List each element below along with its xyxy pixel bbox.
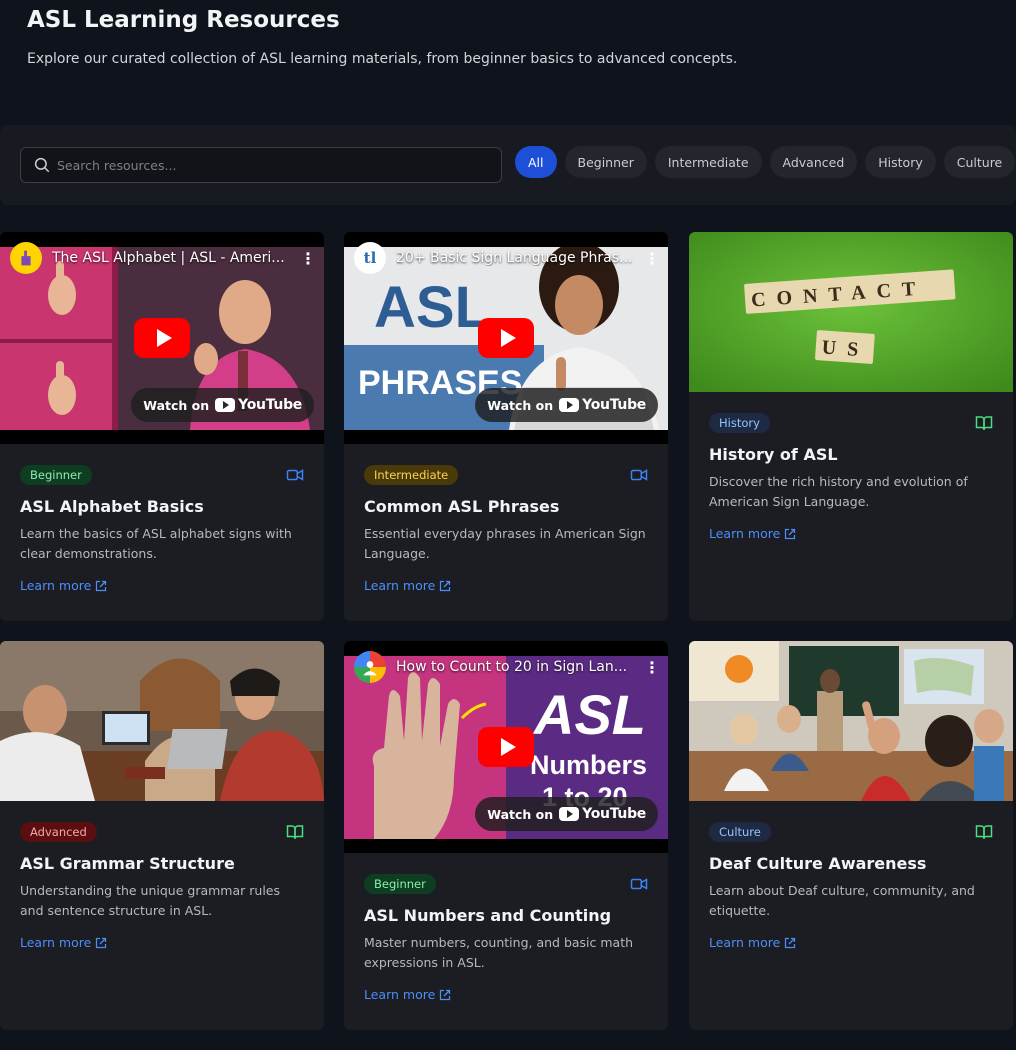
card-description: Learn the basics of ASL alphabet signs w… <box>20 526 292 561</box>
card-title: ASL Grammar Structure <box>20 854 235 873</box>
play-button[interactable] <box>134 318 190 358</box>
level-badge: Beginner <box>20 465 92 485</box>
video-title[interactable]: 20+ Basic Sign Language Phras... <box>396 250 634 266</box>
card-title: History of ASL <box>709 445 838 464</box>
filter-toolbar: All Beginner Intermediate Advanced Histo… <box>0 125 1016 205</box>
external-link-icon <box>785 528 796 539</box>
filter-intermediate[interactable]: Intermediate <box>654 146 762 178</box>
card-description: Understanding the unique grammar rules a… <box>20 883 280 918</box>
card-title: ASL Numbers and Counting <box>364 906 612 925</box>
card-image: CONTACT US <box>689 232 1013 392</box>
card-description: Learn about Deaf culture, community, and… <box>709 883 975 918</box>
watch-on-youtube-button[interactable]: Watch on YouTube <box>475 797 658 831</box>
channel-logo[interactable]: tl <box>354 242 386 274</box>
filter-culture[interactable]: Culture <box>943 146 1016 178</box>
video-embed[interactable]: ASL PHRASES tl 20+ Basic Sign Language P… <box>344 232 668 444</box>
learn-more-link[interactable]: Learn more <box>20 578 107 593</box>
book-icon <box>975 416 993 430</box>
more-options-icon[interactable]: ⋮ <box>644 658 660 677</box>
book-icon <box>975 825 993 839</box>
book-icon <box>286 825 304 839</box>
card-image <box>0 641 324 801</box>
level-badge: Intermediate <box>364 465 459 485</box>
level-badge: History <box>709 413 770 433</box>
youtube-logo: YouTube <box>559 806 646 822</box>
youtube-logo: YouTube <box>559 397 646 413</box>
resource-card-common-phrases: ASL PHRASES tl 20+ Basic Sign Language P… <box>344 232 668 621</box>
level-badge: Beginner <box>364 874 436 894</box>
card-title: Deaf Culture Awareness <box>709 854 927 873</box>
card-title: Common ASL Phrases <box>364 497 560 516</box>
page-subtitle: Explore our curated collection of ASL le… <box>27 51 738 67</box>
video-icon <box>630 878 648 890</box>
external-link-icon <box>96 937 107 948</box>
video-title[interactable]: The ASL Alphabet | ASL - Ameri... <box>52 250 290 266</box>
watch-on-label: Watch on <box>487 397 554 413</box>
more-options-icon[interactable]: ⋮ <box>300 249 316 268</box>
external-link-icon <box>785 937 796 948</box>
card-description: Essential everyday phrases in American S… <box>364 526 646 561</box>
watch-on-label: Watch on <box>487 806 554 822</box>
filter-beginner[interactable]: Beginner <box>564 146 647 178</box>
card-image <box>689 641 1013 801</box>
search-box[interactable] <box>20 147 502 183</box>
card-title: ASL Alphabet Basics <box>20 497 204 516</box>
video-icon <box>286 469 304 481</box>
watch-on-youtube-button[interactable]: Watch on YouTube <box>475 388 658 422</box>
external-link-icon <box>440 580 451 591</box>
learn-more-link[interactable]: Learn more <box>709 526 796 541</box>
learn-more-link[interactable]: Learn more <box>709 935 796 950</box>
watch-on-youtube-button[interactable]: Watch on YouTube <box>131 388 314 422</box>
external-link-icon <box>440 989 451 1000</box>
more-options-icon[interactable]: ⋮ <box>644 249 660 268</box>
resource-card-numbers: ASL Numbers 1 to 20 How to Count to 20 i… <box>344 641 668 1030</box>
thumbnail-text-asl: ASL <box>374 275 490 340</box>
resource-card-asl-alphabet: The ASL Alphabet | ASL - Ameri... ⋮ Watc… <box>0 232 324 621</box>
watch-on-label: Watch on <box>143 397 210 413</box>
search-icon <box>34 157 50 173</box>
card-description: Master numbers, counting, and basic math… <box>364 935 634 970</box>
video-title[interactable]: How to Count to 20 in Sign Lan... <box>396 659 634 675</box>
image-text-us: US <box>821 336 870 361</box>
learn-more-link[interactable]: Learn more <box>364 987 451 1002</box>
filter-history[interactable]: History <box>865 146 936 178</box>
play-button[interactable] <box>478 318 534 358</box>
filter-all[interactable]: All <box>515 146 557 178</box>
level-badge: Culture <box>709 822 771 842</box>
page-title: ASL Learning Resources <box>27 7 340 33</box>
level-badge: Advanced <box>20 822 97 842</box>
thumbnail-text-asl: ASL <box>532 683 646 746</box>
resource-card-history: CONTACT US History History of ASL Discov… <box>689 232 1013 621</box>
card-description: Discover the rich history and evolution … <box>709 474 968 509</box>
video-embed[interactable]: The ASL Alphabet | ASL - Ameri... ⋮ Watc… <box>0 232 324 444</box>
video-embed[interactable]: ASL Numbers 1 to 20 How to Count to 20 i… <box>344 641 668 853</box>
filter-chips: All Beginner Intermediate Advanced Histo… <box>515 146 1016 178</box>
youtube-logo: YouTube <box>215 397 302 413</box>
resource-card-grammar: Advanced ASL Grammar Structure Understan… <box>0 641 324 1030</box>
external-link-icon <box>96 580 107 591</box>
channel-logo[interactable] <box>10 242 42 274</box>
resource-card-deaf-culture: Culture Deaf Culture Awareness Learn abo… <box>689 641 1013 1030</box>
video-icon <box>630 469 648 481</box>
learn-more-link[interactable]: Learn more <box>20 935 107 950</box>
channel-logo[interactable] <box>354 651 386 683</box>
play-button[interactable] <box>478 727 534 767</box>
learn-more-link[interactable]: Learn more <box>364 578 451 593</box>
search-input[interactable] <box>57 157 477 173</box>
filter-advanced[interactable]: Advanced <box>769 146 858 178</box>
thumbnail-text-numbers: Numbers <box>530 750 647 780</box>
